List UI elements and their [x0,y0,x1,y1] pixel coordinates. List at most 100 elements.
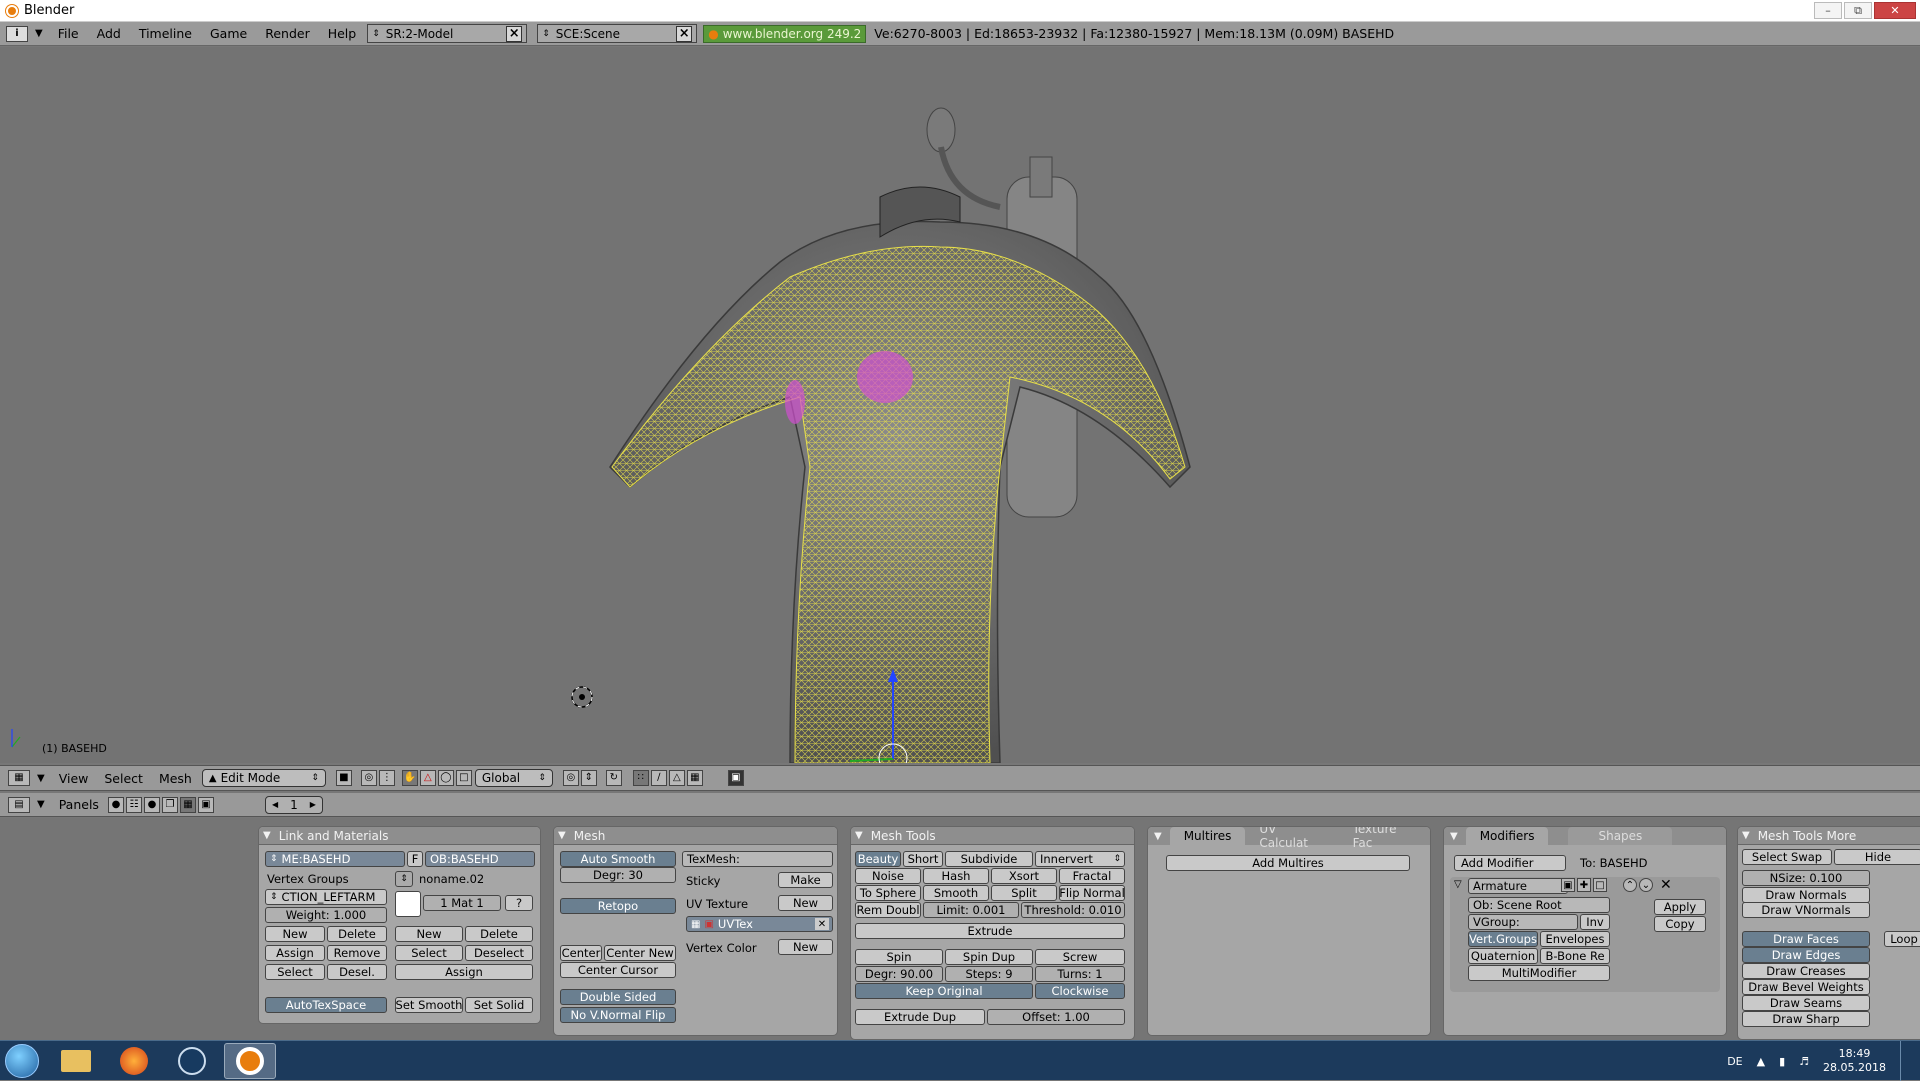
vgroup-deselect-button[interactable]: Desel. [327,964,387,980]
rotate-icon[interactable]: ◯ [437,770,454,786]
remove-doubles-button[interactable]: Rem Doubl [855,902,921,918]
close-icon[interactable]: × [676,25,693,42]
scene-icon[interactable]: ▣ [197,796,214,813]
object-icon[interactable]: ❐ [161,796,178,813]
collapse-icon[interactable]: ▽ [1454,879,1462,890]
noise-button[interactable]: Noise [855,868,921,884]
chevron-left-icon[interactable]: ◀ [272,800,278,809]
draw-sharp-toggle[interactable]: Draw Sharp [1742,1011,1870,1027]
proportional-icon[interactable]: ◎ [562,770,579,786]
blender-url-badge[interactable]: ● www.blender.org 249.2 [703,24,867,43]
taskbar-explorer[interactable] [50,1043,102,1079]
material-assign-button[interactable]: Assign [395,964,533,980]
panel-header[interactable]: ▼ Mesh [554,827,837,845]
menu-add[interactable]: Add [88,26,130,41]
vgroup-delete-button[interactable]: Delete [327,926,387,942]
logic-icon[interactable]: ● [107,796,124,813]
material-new-button[interactable]: New [395,926,463,942]
add-multires-button[interactable]: Add Multires [1166,855,1410,871]
chevron-down-icon[interactable]: ▼ [37,773,45,784]
steps-field[interactable]: Steps: 9 [945,966,1033,982]
texmesh-field[interactable]: TexMesh: [682,851,833,867]
subdivide-button[interactable]: Subdivide [945,851,1033,867]
collapse-icon[interactable]: ▼ [855,830,863,841]
draw-normals-toggle[interactable]: Draw Normals [1742,887,1870,903]
xsort-button[interactable]: Xsort [991,868,1057,884]
innervert-selector[interactable]: Innervert ⇕ [1035,851,1125,867]
editor-type-icon[interactable]: ▤ [8,796,30,813]
edge-select-icon[interactable]: ∕ [650,770,667,786]
material-help-button[interactable]: ? [505,895,533,911]
hash-button[interactable]: Hash [923,868,989,884]
panel-header[interactable]: ▼ Link and Materials [259,827,540,845]
vert-groups-toggle[interactable]: Vert.Groups [1468,931,1538,947]
menu-select[interactable]: Select [96,771,151,786]
menu-render[interactable]: Render [256,26,319,41]
smooth-degree-field[interactable]: Degr: 30 [560,867,676,883]
vertex-select-icon[interactable]: ∷ [632,770,649,786]
split-button[interactable]: Split [991,885,1057,901]
frame-field[interactable]: ◀ 1 ▶ [264,795,323,814]
menu-game[interactable]: Game [201,26,256,41]
center-new-button[interactable]: Center New [604,945,676,961]
object-name-field[interactable]: OB:BASEHD [425,851,535,867]
collapse-icon[interactable]: ▼ [1742,830,1750,841]
to-sphere-button[interactable]: To Sphere [855,885,921,901]
turns-field[interactable]: Turns: 1 [1035,966,1125,982]
editor-type-icon[interactable]: ▦ [8,770,30,786]
envelopes-toggle[interactable]: Envelopes [1540,931,1610,947]
vgroup-select-button[interactable]: Select [265,964,325,980]
draw-creases-toggle[interactable]: Draw Creases [1742,963,1870,979]
vertex-group-selector[interactable]: ⇕ CTION_LEFTARM [265,889,387,905]
start-button[interactable] [0,1042,44,1080]
vgroup-remove-button[interactable]: Remove [327,945,387,961]
short-toggle[interactable]: Short [903,851,943,867]
move-down-icon[interactable]: ⌄ [1639,878,1653,892]
draw-vnormals-toggle[interactable]: Draw VNormals [1742,902,1870,918]
orientation-selector[interactable]: Global ⇕ [474,769,553,787]
hide-button[interactable]: Hide [1834,849,1920,865]
limit-field[interactable]: Limit: 0.001 [923,902,1019,918]
layer-lock-icon[interactable]: ⋮ [378,770,395,786]
language-indicator[interactable]: DE [1727,1055,1742,1068]
editing-icon[interactable]: ▦ [179,796,196,813]
apply-button[interactable]: Apply [1654,899,1706,915]
draw-bevel-weights-toggle[interactable]: Draw Bevel Weights [1742,979,1870,995]
panel-header[interactable]: ▼ Mesh Tools More [1738,827,1920,845]
spin-button[interactable]: Spin [855,949,943,965]
shading-icon[interactable]: ● [143,796,160,813]
beauty-toggle[interactable]: Beauty [855,851,901,867]
weight-field[interactable]: Weight: 1.000 [265,907,387,923]
pivot-icon[interactable]: ◎ [360,770,377,786]
vgroup-assign-button[interactable]: Assign [265,945,325,961]
vgroup-field[interactable]: VGroup: [1468,914,1578,930]
loop-button[interactable]: Loop [1884,931,1920,947]
collapse-icon[interactable]: ▼ [558,830,566,841]
material-color-swatch[interactable] [395,891,421,917]
spin-dup-button[interactable]: Spin Dup [945,949,1033,965]
bbone-rest-toggle[interactable]: B-Bone Re [1540,948,1610,964]
draw-faces-toggle[interactable]: Draw Faces [1742,931,1870,947]
hand-icon[interactable]: ✋ [401,770,418,786]
move-up-icon[interactable]: ⌃ [1623,878,1637,892]
spin-degree-field[interactable]: Degr: 90.00 [855,966,943,982]
tab-texture-face[interactable]: Texture Fac [1339,827,1430,850]
invert-toggle[interactable]: Inv [1580,914,1610,930]
uvtex-layer[interactable]: ▦ ▣ UVTex ✕ [686,916,833,932]
draw-seams-toggle[interactable]: Draw Seams [1742,995,1870,1011]
draw-type-icon[interactable]: ■ [335,770,352,786]
mode-selector[interactable]: ▲ Edit Mode ⇕ [201,769,326,787]
center-button[interactable]: Center [560,945,602,961]
offset-field[interactable]: Offset: 1.00 [987,1009,1125,1025]
editmode-toggle-icon[interactable]: □ [1593,878,1607,892]
retopo-toggle[interactable]: Retopo [560,898,676,914]
center-cursor-button[interactable]: Center Cursor [560,962,676,978]
material-index-field[interactable]: 1 Mat 1 [423,895,501,911]
taskbar-firefox[interactable] [108,1043,160,1079]
tab-multires[interactable]: Multires [1169,827,1246,845]
scale-icon[interactable]: □ [455,770,472,786]
close-icon[interactable]: ✕ [815,918,829,930]
draw-edges-toggle[interactable]: Draw Edges [1742,947,1870,963]
material-deselect-button[interactable]: Deselect [465,945,533,961]
close-icon[interactable]: ✕ [1660,877,1672,893]
